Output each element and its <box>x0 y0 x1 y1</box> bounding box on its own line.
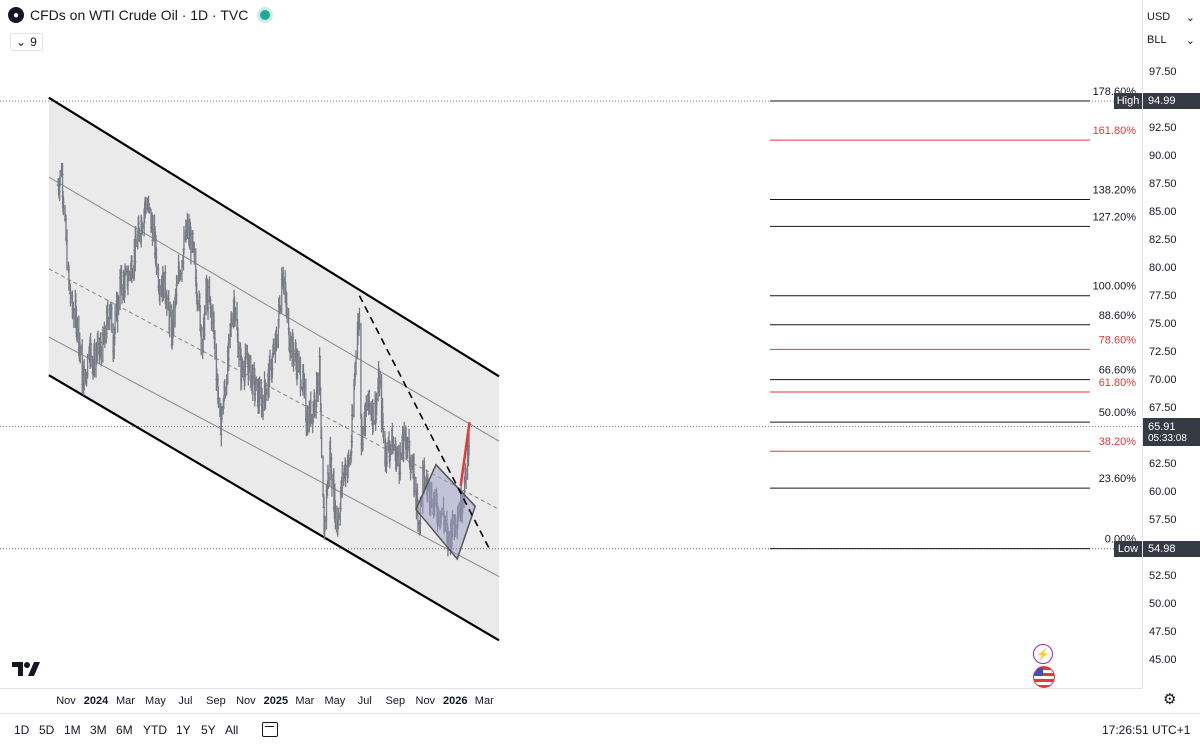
low-label-tag: Low <box>1114 541 1142 557</box>
time-tick-label: Mar <box>474 695 494 707</box>
fib-level-label: 38.20% <box>1099 436 1137 448</box>
time-tick-label: Nov <box>415 695 436 707</box>
price-tick-label: 82.50 <box>1149 233 1177 246</box>
price-tick-label: 50.00 <box>1149 597 1177 610</box>
us-flag-icon[interactable] <box>1033 666 1055 688</box>
price-tick-label: 70.00 <box>1149 373 1177 386</box>
price-tick-label: 60.00 <box>1149 485 1177 498</box>
range-button-5d[interactable]: 5D <box>39 723 54 737</box>
price-tick-label: 90.00 <box>1149 149 1177 162</box>
range-button-3m[interactable]: 3M <box>90 723 107 737</box>
time-tick-label: Jul <box>357 695 372 707</box>
price-tick-label: 72.50 <box>1149 345 1177 358</box>
fib-level-label: 127.20% <box>1093 211 1137 223</box>
channel-fill <box>48 97 500 641</box>
fib-level-label: 23.60% <box>1099 473 1137 485</box>
chart-legend: ● CFDs on WTI Crude Oil · 1D · TVC <box>8 7 271 23</box>
time-tick-label: May <box>324 695 346 707</box>
range-button-1m[interactable]: 1M <box>64 723 81 737</box>
range-button-1d[interactable]: 1D <box>14 723 29 737</box>
time-tick-label: 2026 <box>443 695 468 707</box>
date-range-calendar-icon[interactable] <box>262 722 278 737</box>
fib-level-label: 100.00% <box>1093 281 1137 293</box>
price-tick-label: 67.50 <box>1149 401 1177 414</box>
chart-canvas[interactable]: 178.60%161.80%138.20%127.20%100.00%88.60… <box>0 0 1142 688</box>
range-button-1y[interactable]: 1Y <box>176 723 191 737</box>
price-tick-label: 80.00 <box>1149 261 1177 274</box>
price-tick-label: 47.50 <box>1149 625 1177 638</box>
market-open-icon <box>260 10 271 20</box>
price-tick-label: 87.50 <box>1149 177 1177 190</box>
time-tick-label: Mar <box>295 695 315 707</box>
fib-level-label: 78.60% <box>1099 334 1137 346</box>
fib-level-label: 138.20% <box>1093 184 1137 196</box>
price-tick-label: 45.00 <box>1149 653 1177 666</box>
price-axis[interactable]: USD ⌄ BLL ⌄ 97.50 92.50 90.00 87.50 85.00 82.50… <box>1142 0 1200 708</box>
fib-level-label: 66.60% <box>1099 365 1137 377</box>
fib-level-label: 88.60% <box>1099 310 1137 322</box>
time-tick-label: May <box>145 695 166 707</box>
time-tick-label: Jul <box>178 695 193 707</box>
fib-level-label: 50.00% <box>1099 407 1137 419</box>
price-tick-label: 52.50 <box>1149 569 1177 582</box>
range-button-all[interactable]: All <box>225 723 238 737</box>
settings-gear-icon[interactable]: ⚙ <box>1163 692 1179 708</box>
symbol-logo-icon: ● <box>8 7 24 23</box>
price-tick-label: 62.50 <box>1149 457 1177 470</box>
time-tick-label: Sep <box>385 695 406 707</box>
utc-clock[interactable]: 17:26:51 UTC+1 <box>1102 723 1190 737</box>
lightning-icon[interactable]: ⚡ <box>1033 644 1053 664</box>
symbol-title[interactable]: CFDs on WTI Crude Oil · 1D · TVC <box>30 7 248 23</box>
last-price-tag: 65.91 05:33:08 <box>1143 418 1200 446</box>
price-tick-label: 92.50 <box>1149 121 1177 134</box>
fib-level-label: 161.80% <box>1093 125 1137 137</box>
time-axis[interactable]: Nov 2024 Mar May Jul Sep Nov 2025 Mar May Jul Sep No… <box>0 688 1142 714</box>
tradingview-logo-icon[interactable] <box>12 660 42 678</box>
time-tick-label: Sep <box>206 695 226 707</box>
range-button-ytd[interactable]: YTD <box>143 723 167 737</box>
price-tick-label: 77.50 <box>1149 289 1177 302</box>
high-label-tag: High <box>1114 93 1142 109</box>
time-tick-label: Nov <box>236 695 256 707</box>
time-tick-label: Nov <box>56 695 76 707</box>
indicators-toggle[interactable]: ⌄ 9 <box>10 33 43 51</box>
unit-selector[interactable]: BLL ⌄ <box>1147 34 1195 47</box>
bottom-toolbar: 1D 5D 1M 3M 6M YTD 1Y 5Y All 17:26:51 UTC+1 <box>0 713 1200 747</box>
low-price-tag: 54.98 <box>1143 541 1200 557</box>
price-tick-label: 85.00 <box>1149 205 1177 218</box>
chart-pane[interactable]: 178.60% 161.80% 138.20% 127.20% 100.00% 88.60… <box>0 0 1142 688</box>
price-tick-label: 97.50 <box>1149 66 1177 79</box>
chevron-down-icon: ⌄ <box>1185 12 1195 24</box>
time-tick-label: Mar <box>115 695 135 707</box>
time-tick-label: 2024 <box>83 695 109 707</box>
chevron-down-icon: ⌄ <box>1185 35 1195 47</box>
currency-selector[interactable]: USD ⌄ <box>1147 11 1195 24</box>
indicator-count: 9 <box>30 35 37 49</box>
fib-level-label: 61.80% <box>1099 377 1137 389</box>
chevron-down-icon: ⌄ <box>16 35 27 49</box>
price-tick-label: 57.50 <box>1149 513 1177 526</box>
high-price-tag: 94.99 <box>1143 93 1200 109</box>
range-button-6m[interactable]: 6M <box>116 723 133 737</box>
range-button-5y[interactable]: 5Y <box>201 723 216 737</box>
time-tick-label: 2025 <box>263 695 289 707</box>
price-tick-label: 75.00 <box>1149 317 1177 330</box>
